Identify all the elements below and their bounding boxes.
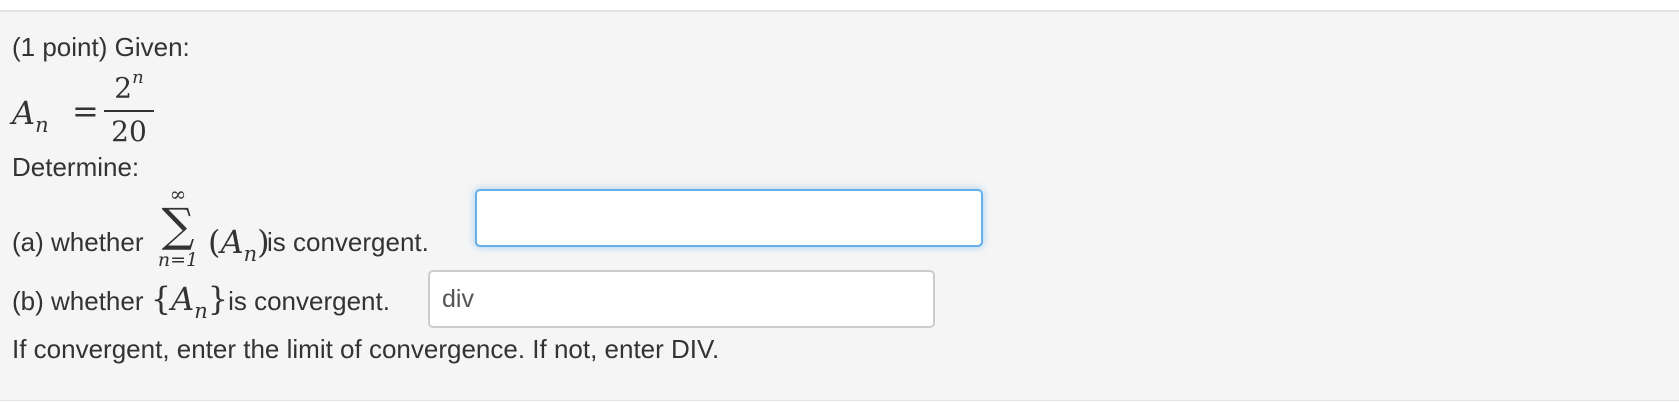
- numerator-exponent: n: [132, 67, 144, 88]
- fraction-bar: [104, 110, 154, 113]
- part-b-row: (b) whether {An}is convergent.: [12, 280, 390, 323]
- part-b-prefix: (b) whether: [12, 286, 144, 316]
- answer-a-input[interactable]: [475, 189, 983, 247]
- formula-numerator: 2n: [104, 66, 154, 104]
- instructions-note: If convergent, enter the limit of conver…: [12, 334, 720, 364]
- formula-lhs-sub: n: [35, 113, 49, 137]
- set-base: A: [171, 280, 195, 318]
- part-b-suffix: is convergent.: [228, 286, 390, 316]
- set-sub: n: [194, 299, 208, 323]
- answer-b-input[interactable]: [428, 270, 935, 328]
- determine-label: Determine:: [12, 152, 140, 182]
- formula-lhs-base: A: [12, 94, 36, 132]
- formula-equals: =: [72, 92, 99, 130]
- formula-denominator: 20: [111, 115, 147, 149]
- term-sub: n: [243, 242, 258, 266]
- sigma-symbol: ∑: [161, 198, 195, 252]
- part-a-suffix: is convergent.: [267, 227, 429, 257]
- numerator-base: 2: [114, 71, 133, 105]
- formula-lhs: An: [12, 94, 49, 137]
- sequence-set: {An}: [150, 280, 229, 323]
- term-base: A: [220, 223, 244, 261]
- set-close-brace: }: [207, 280, 229, 318]
- sum-term: (An): [208, 223, 270, 266]
- formula-fraction: 2n 20: [104, 66, 154, 148]
- set-open-brace: {: [150, 280, 172, 318]
- sum-lower-limit: n=1: [157, 249, 199, 271]
- term-open-paren: (: [208, 223, 221, 261]
- summation: ∞ ∑ n=1: [152, 184, 204, 273]
- problem-intro: (1 point) Given:: [12, 32, 190, 62]
- part-a-prefix: (a) whether: [12, 227, 144, 257]
